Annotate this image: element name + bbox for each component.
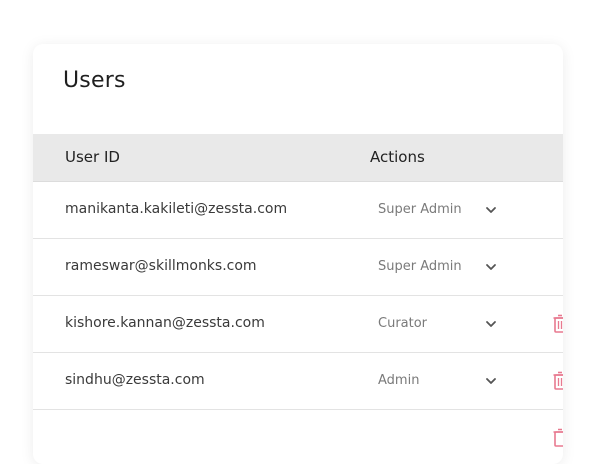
role-select-value: Super Admin [378, 202, 462, 217]
user-id-cell: sindhu@zessta.com [65, 372, 205, 388]
page-title: Users [63, 68, 126, 93]
table-row: kishore.kannan@zessta.com Curator [33, 296, 563, 353]
role-select-value: Super Admin [378, 259, 462, 274]
user-id-cell: kishore.kannan@zessta.com [65, 315, 265, 331]
table-row [33, 410, 563, 464]
user-id-cell: manikanta.kakileti@zessta.com [65, 201, 288, 217]
role-select[interactable]: Admin [378, 366, 506, 396]
column-header-user-id: User ID [65, 148, 120, 166]
role-select[interactable]: Curator [378, 309, 506, 339]
role-select-value: Curator [378, 316, 428, 331]
column-header-actions: Actions [370, 148, 425, 166]
role-select[interactable]: Super Admin [378, 252, 506, 282]
chevron-down-icon [486, 321, 496, 327]
chevron-down-icon [486, 207, 496, 213]
trash-icon[interactable] [553, 428, 563, 448]
table-row: manikanta.kakileti@zessta.com Super Admi… [33, 182, 563, 239]
chevron-down-icon [486, 264, 496, 270]
user-id-cell: rameswar@skillmonks.com [65, 258, 257, 274]
trash-icon[interactable] [553, 314, 563, 334]
users-card: Users User ID Actions manikanta.kakileti… [33, 44, 563, 464]
table-row: sindhu@zessta.com Admin [33, 353, 563, 410]
table-header: User ID Actions [33, 134, 563, 182]
chevron-down-icon [486, 378, 496, 384]
trash-icon[interactable] [553, 371, 563, 391]
role-select[interactable]: Super Admin [378, 195, 506, 225]
role-select-value: Admin [378, 373, 420, 388]
table-row: rameswar@skillmonks.com Super Admin [33, 239, 563, 296]
